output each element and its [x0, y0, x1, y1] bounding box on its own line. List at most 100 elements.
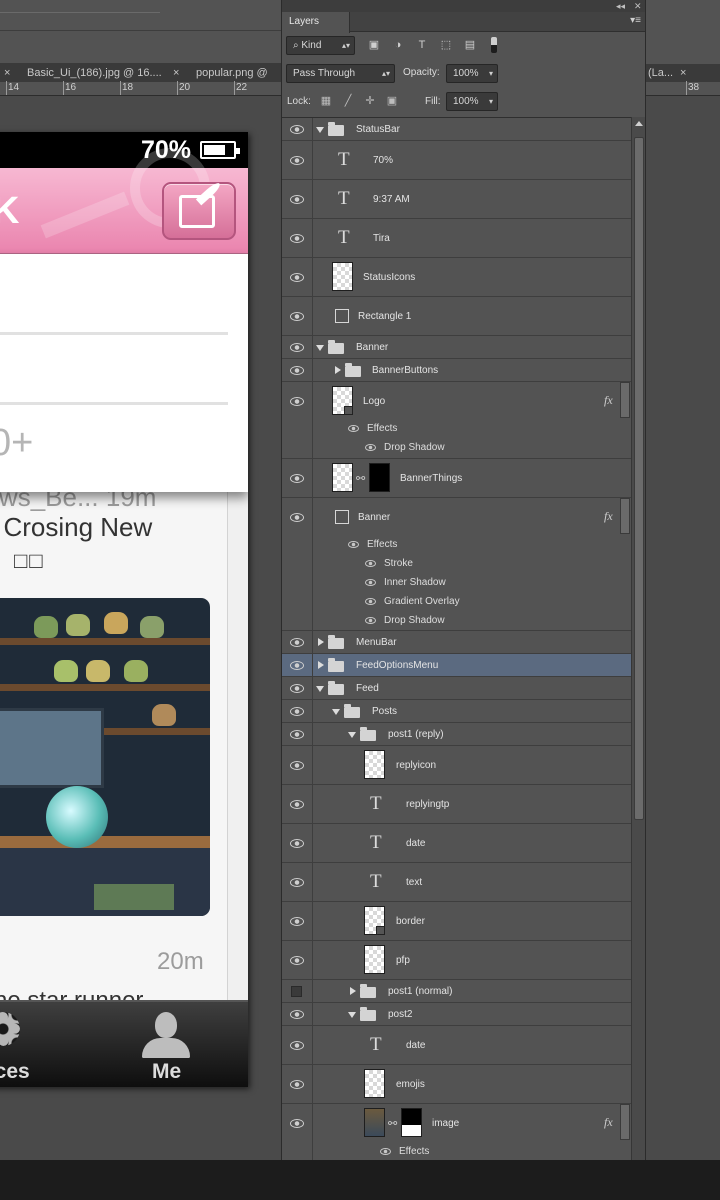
- chevron-down-icon[interactable]: ▾: [489, 65, 493, 82]
- visibility-eye-icon[interactable]: [290, 195, 304, 204]
- visibility-eye-icon[interactable]: [290, 730, 304, 739]
- expand-arrow-icon[interactable]: [316, 345, 324, 351]
- layer-group-feedoptionsmenu[interactable]: FeedOptionsMenu: [282, 654, 631, 677]
- expand-arrow-icon[interactable]: [316, 127, 324, 133]
- layer-text-replyingtp[interactable]: T replyingtp: [282, 785, 631, 824]
- layer-group-menubar[interactable]: MenuBar: [282, 631, 631, 654]
- visibility-eye-icon[interactable]: [290, 312, 304, 321]
- tab-layered-doc[interactable]: (La...: [648, 64, 673, 82]
- fx-icon[interactable]: fx: [604, 393, 613, 408]
- chevron-down-icon[interactable]: ▾: [489, 93, 493, 110]
- expand-arrow-icon[interactable]: [316, 686, 324, 692]
- layer-group-feed[interactable]: Feed: [282, 677, 631, 700]
- effect-inner-shadow[interactable]: Inner Shadow: [384, 577, 446, 589]
- shape-filter-icon[interactable]: ⬚: [440, 39, 452, 51]
- tab-basic-ui[interactable]: Basic_Ui_(186).jpg @ 16....: [27, 64, 162, 82]
- fill-field[interactable]: 100% ▾: [446, 92, 498, 111]
- visibility-eye-icon[interactable]: [380, 1148, 391, 1155]
- tab-layers[interactable]: Layers: [282, 12, 350, 33]
- tab-me[interactable]: Me: [152, 1060, 181, 1084]
- lock-image-icon[interactable]: ╱: [342, 95, 354, 107]
- visibility-eye-icon[interactable]: [290, 839, 304, 848]
- layer-group-bannerbuttons[interactable]: BannerButtons: [282, 359, 631, 382]
- visibility-eye-icon[interactable]: [290, 513, 304, 522]
- filter-toggle[interactable]: [491, 37, 497, 53]
- layer-rectangle-1[interactable]: Rectangle 1: [282, 297, 631, 336]
- user-icon[interactable]: [155, 1012, 177, 1038]
- fx-icon[interactable]: fx: [604, 509, 613, 524]
- expand-arrow-icon[interactable]: [332, 709, 340, 715]
- visibility-eye-icon[interactable]: [290, 156, 304, 165]
- adjustment-filter-icon[interactable]: ◑: [392, 39, 404, 51]
- layer-group-posts[interactable]: Posts: [282, 700, 631, 723]
- canvas-area[interactable]: [646, 96, 720, 1160]
- effects-toggle[interactable]: [620, 382, 630, 418]
- visibility-eye-icon[interactable]: [365, 560, 376, 567]
- post-card[interactable]: dows_Be... 19m al Crosing New □□: [0, 482, 228, 1014]
- fx-icon[interactable]: fx: [604, 1115, 613, 1130]
- visibility-eye-icon[interactable]: [290, 397, 304, 406]
- compose-button[interactable]: [162, 180, 236, 240]
- visibility-eye-icon[interactable]: [365, 598, 376, 605]
- layer-text-tira[interactable]: T Tira: [282, 219, 631, 258]
- effect-stroke[interactable]: Stroke: [384, 558, 413, 570]
- lock-position-icon[interactable]: ✛: [364, 95, 376, 107]
- expand-arrow-icon[interactable]: [335, 366, 341, 374]
- type-filter-icon[interactable]: T: [416, 39, 428, 51]
- visibility-eye-icon[interactable]: [348, 425, 359, 432]
- expand-arrow-icon[interactable]: [318, 638, 324, 646]
- layer-mask-thumbnail[interactable]: [401, 1108, 422, 1137]
- layer-statusicons[interactable]: StatusIcons: [282, 258, 631, 297]
- layer-replyicon[interactable]: replyicon: [282, 746, 631, 785]
- visibility-eye-icon[interactable]: [290, 917, 304, 926]
- layer-emojis[interactable]: emojis: [282, 1065, 631, 1104]
- visibility-eye-icon[interactable]: [290, 707, 304, 716]
- layer-banner-shape[interactable]: Banner fx Effects Stroke Inner Shadow Gr…: [282, 498, 631, 631]
- visibility-eye-icon[interactable]: [348, 541, 359, 548]
- link-icon[interactable]: ⚯: [356, 472, 365, 485]
- layer-group-post1-normal[interactable]: post1 (normal): [282, 980, 631, 1003]
- visibility-eye-icon[interactable]: [290, 878, 304, 887]
- post-image[interactable]: [0, 598, 210, 916]
- layer-text-date[interactable]: T date: [282, 824, 631, 863]
- layer-group-banner[interactable]: Banner: [282, 336, 631, 359]
- user-icon[interactable]: [142, 1038, 190, 1058]
- layer-bannerthings[interactable]: ⚯ BannerThings: [282, 459, 631, 498]
- expand-arrow-icon[interactable]: [348, 1012, 356, 1018]
- visibility-eye-icon[interactable]: [290, 234, 304, 243]
- visibility-eye-icon[interactable]: [365, 617, 376, 624]
- layer-group-post2[interactable]: post2: [282, 1003, 631, 1026]
- visibility-eye-icon[interactable]: [290, 956, 304, 965]
- visibility-eye-icon[interactable]: [365, 444, 376, 451]
- effect-gradient-overlay[interactable]: Gradient Overlay: [384, 596, 460, 608]
- visibility-eye-icon[interactable]: [290, 684, 304, 693]
- visibility-eye-icon[interactable]: [290, 638, 304, 647]
- tab-popular[interactable]: popular.png @: [196, 64, 268, 82]
- opacity-field[interactable]: 100% ▾: [446, 64, 498, 83]
- lock-transparent-icon[interactable]: ▦: [320, 95, 332, 107]
- layer-border[interactable]: border: [282, 902, 631, 941]
- close-icon[interactable]: ✕: [634, 0, 642, 12]
- visibility-eye-icon[interactable]: [290, 661, 304, 670]
- visibility-eye-icon[interactable]: [290, 125, 304, 134]
- visibility-eye-icon[interactable]: [290, 1119, 304, 1128]
- effect-drop-shadow[interactable]: Drop Shadow: [384, 615, 445, 627]
- scrollbar-thumb[interactable]: [634, 137, 644, 820]
- layer-text-date-post2[interactable]: T date: [282, 1026, 631, 1065]
- lock-all-icon[interactable]: ▣: [386, 95, 398, 107]
- menu-item-count[interactable]: 0+: [0, 422, 33, 465]
- visibility-eye-icon[interactable]: [290, 1080, 304, 1089]
- collapse-icon[interactable]: ◂◂: [616, 0, 625, 12]
- layer-text-text[interactable]: T text: [282, 863, 631, 902]
- layer-logo[interactable]: Logo fx Effects Drop Shadow: [282, 382, 631, 459]
- visibility-toggle-off[interactable]: [291, 986, 302, 997]
- visibility-eye-icon[interactable]: [290, 800, 304, 809]
- visibility-eye-icon[interactable]: [290, 474, 304, 483]
- visibility-eye-icon[interactable]: [290, 343, 304, 352]
- scroll-up-icon[interactable]: [635, 121, 643, 126]
- layer-pfp[interactable]: pfp: [282, 941, 631, 980]
- layer-group-statusbar[interactable]: StatusBar: [282, 118, 631, 141]
- tab-close-button[interactable]: ×: [173, 64, 179, 82]
- gear-icon[interactable]: [0, 1012, 20, 1046]
- visibility-eye-icon[interactable]: [290, 366, 304, 375]
